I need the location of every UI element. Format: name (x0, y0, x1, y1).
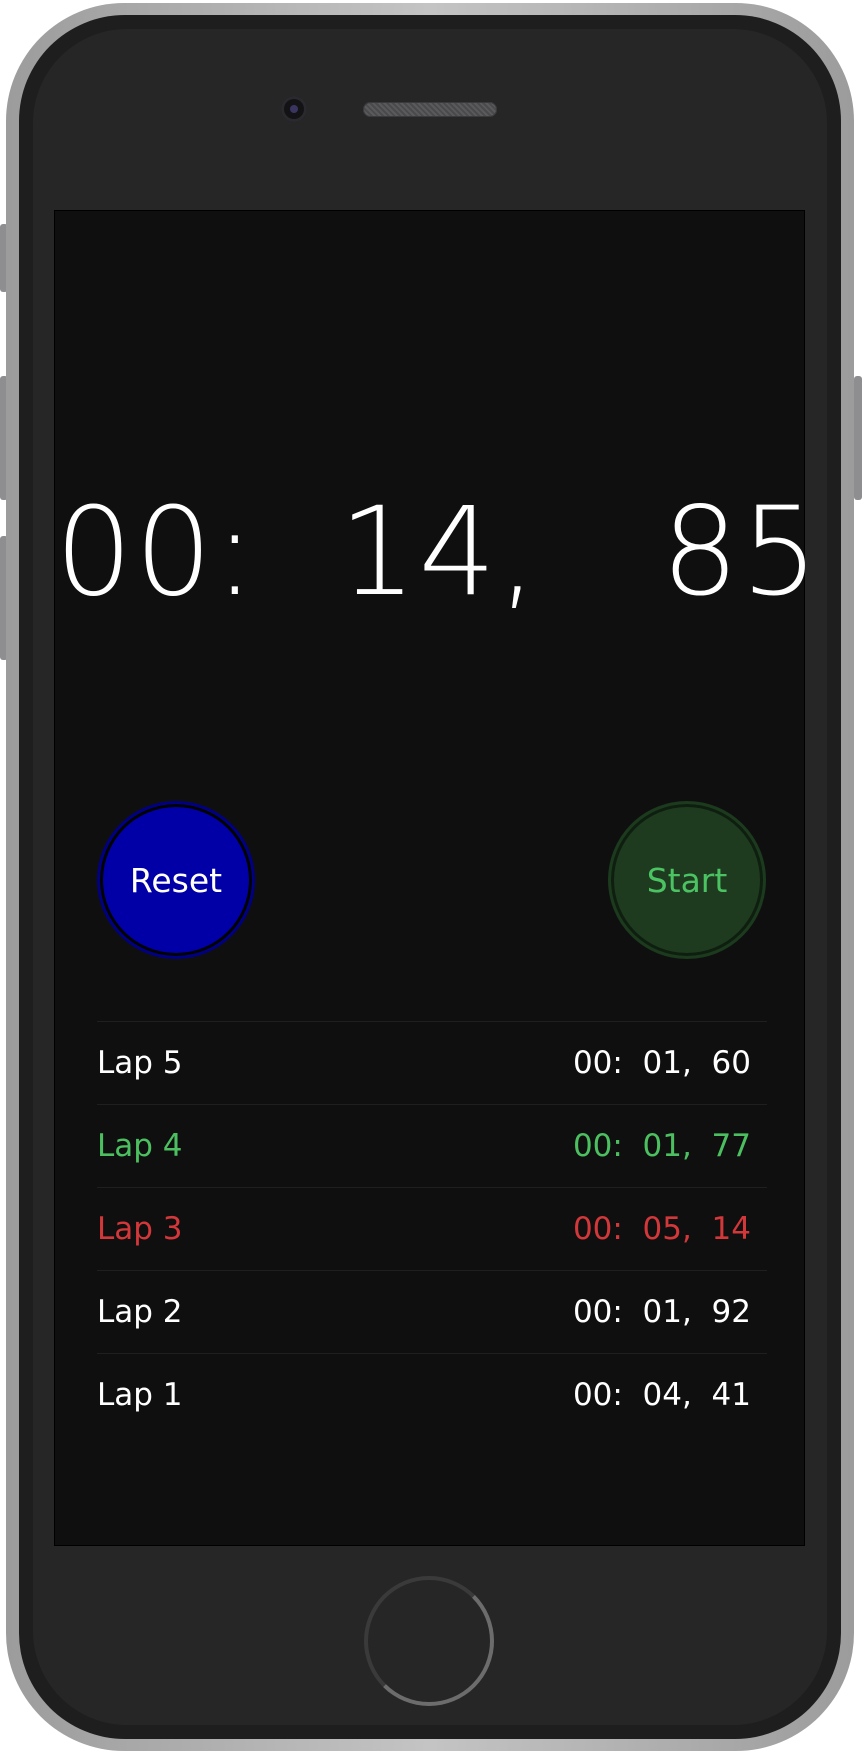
elapsed-time-display: 00: 14, 85 (55, 481, 821, 623)
lap-label: Lap 3 (97, 1211, 183, 1247)
lap-label: Lap 1 (97, 1377, 183, 1413)
lap-label: Lap 4 (97, 1128, 183, 1164)
lap-row-best: Lap 4 00: 01, 77 (97, 1104, 767, 1187)
lap-row: Lap 5 00: 01, 60 (97, 1021, 767, 1104)
start-button[interactable]: Start (608, 801, 766, 959)
stopwatch-screen: 00: 14, 85 Reset Start Lap 5 00: 01, 60 … (54, 210, 821, 1546)
lap-row: Lap 1 00: 04, 41 (97, 1353, 767, 1436)
lap-label: Lap 5 (97, 1045, 183, 1081)
lap-time: 00: 01, 60 (572, 1045, 751, 1081)
lap-label: Lap 2 (97, 1294, 183, 1330)
lap-row-worst: Lap 3 00: 05, 14 (97, 1187, 767, 1270)
lap-time: 00: 01, 77 (572, 1128, 751, 1164)
device-frame: 00: 14, 85 Reset Start Lap 5 00: 01, 60 … (0, 0, 862, 1754)
reset-button[interactable]: Reset (97, 801, 255, 959)
lap-time: 00: 05, 14 (572, 1211, 751, 1247)
earpiece-speaker (363, 102, 497, 117)
front-camera (281, 96, 307, 122)
lap-list: Lap 5 00: 01, 60 Lap 4 00: 01, 77 Lap 3 … (97, 1021, 767, 1436)
lap-time: 00: 01, 92 (572, 1294, 751, 1330)
lap-row: Lap 2 00: 01, 92 (97, 1270, 767, 1353)
home-button[interactable] (364, 1576, 494, 1706)
lap-time: 00: 04, 41 (572, 1377, 751, 1413)
power-button (854, 376, 862, 500)
